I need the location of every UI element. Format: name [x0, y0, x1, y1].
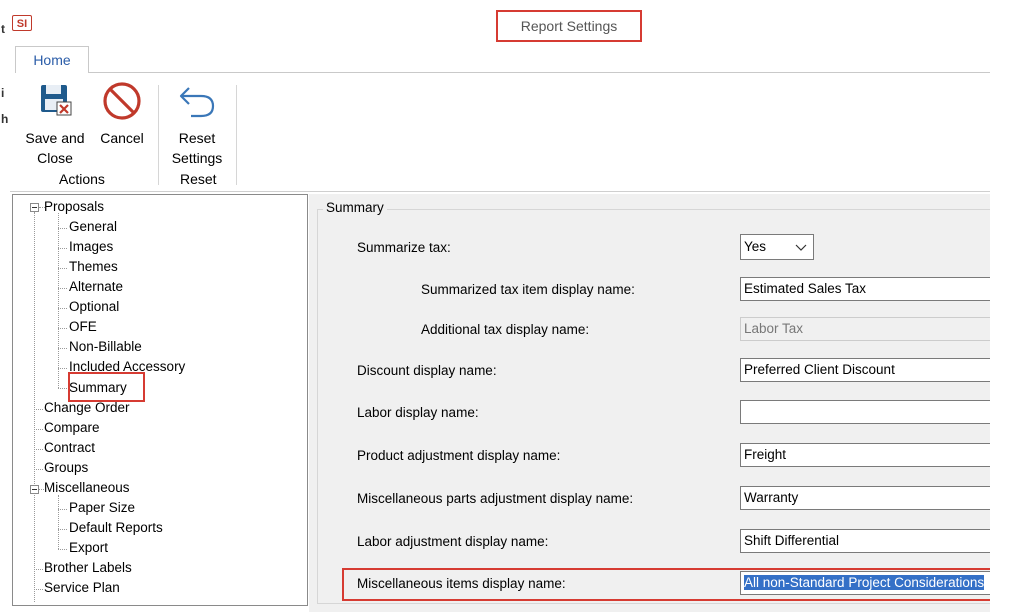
- group-label-actions: Actions: [59, 171, 105, 187]
- reset-settings-button[interactable]: Reset Settings: [166, 80, 228, 168]
- tree-item-service-plan[interactable]: Service Plan: [44, 579, 120, 597]
- misc-items-input[interactable]: All non-Standard Project Considerations: [740, 571, 990, 595]
- tree-item-ofe[interactable]: OFE: [69, 318, 97, 336]
- save-and-close-button[interactable]: Save and Close: [22, 80, 88, 168]
- selected-item-highlight: [68, 372, 145, 402]
- tree-item-themes[interactable]: Themes: [69, 258, 118, 276]
- tree-item-alternate[interactable]: Alternate: [69, 278, 123, 296]
- tree-item-optional[interactable]: Optional: [69, 298, 119, 316]
- summarize-tax-select[interactable]: Yes: [740, 234, 814, 260]
- tree-connector: [58, 509, 67, 510]
- additional-tax-input: Labor Tax: [740, 317, 990, 341]
- tree-connector: [58, 368, 67, 369]
- misc-items-label: Miscellaneous items display name:: [357, 576, 566, 591]
- labor-adjustment-label: Labor adjustment display name:: [357, 534, 549, 549]
- tree-item-groups[interactable]: Groups: [44, 459, 88, 477]
- tree-connector: [34, 589, 43, 590]
- tree-connector: [34, 449, 43, 450]
- settings-tree[interactable]: Proposals General Images Themes Alternat…: [12, 194, 308, 606]
- product-adjustment-input[interactable]: Freight: [740, 443, 990, 467]
- tree-connector: [58, 348, 67, 349]
- tree-connector: [58, 495, 59, 549]
- tree-item-general[interactable]: General: [69, 218, 117, 236]
- tab-home[interactable]: Home: [15, 46, 89, 73]
- ribbon-group-separator: [236, 85, 237, 185]
- reset-label-2: Settings: [171, 150, 223, 166]
- reset-label-1: Reset: [178, 130, 216, 146]
- tree-connector: [58, 549, 67, 550]
- tree-item-compare[interactable]: Compare: [44, 419, 100, 437]
- undo-icon: [179, 87, 215, 118]
- tree-connector: [34, 409, 43, 410]
- app-logo-icon: SI: [12, 15, 32, 31]
- save-icon: [41, 85, 72, 116]
- cancel-label: Cancel: [100, 130, 144, 146]
- tree-item-brother-labels[interactable]: Brother Labels: [44, 559, 132, 577]
- save-label-2: Close: [37, 150, 73, 166]
- product-adjustment-label: Product adjustment display name:: [357, 448, 561, 463]
- title-bar: SI Report Settings: [0, 0, 1022, 46]
- discount-input[interactable]: Preferred Client Discount: [740, 358, 990, 382]
- summarize-tax-label: Summarize tax:: [357, 240, 451, 255]
- tree-item-contract[interactable]: Contract: [44, 439, 95, 457]
- chevron-down-icon: [795, 237, 807, 266]
- misc-parts-adjustment-label: Miscellaneous parts adjustment display n…: [357, 491, 634, 506]
- tree-item-proposals[interactable]: Proposals: [44, 198, 104, 216]
- clipped-char: t: [1, 22, 5, 36]
- cancel-button[interactable]: Cancel: [94, 80, 150, 148]
- window-title: Report Settings: [496, 10, 642, 42]
- tree-item-paper-size[interactable]: Paper Size: [69, 499, 135, 517]
- labor-input[interactable]: [740, 400, 990, 424]
- misc-parts-adjustment-input[interactable]: Warranty: [740, 486, 990, 510]
- tree-connector: [58, 213, 59, 388]
- collapse-toggle-proposals[interactable]: [30, 203, 39, 212]
- tree-connector: [58, 529, 67, 530]
- ribbon-group-separator: [158, 85, 159, 185]
- tree-item-miscellaneous[interactable]: Miscellaneous: [44, 479, 130, 497]
- tree-item-export[interactable]: Export: [69, 539, 108, 557]
- tree-connector: [58, 328, 67, 329]
- group-label-reset: Reset: [180, 171, 217, 187]
- ribbon-bottom-border: [10, 191, 990, 192]
- tree-item-default-reports[interactable]: Default Reports: [69, 519, 163, 537]
- clipped-char: h: [1, 112, 9, 126]
- tree-connector: [34, 569, 43, 570]
- tree-connector: [58, 388, 67, 389]
- cancel-icon: [103, 82, 141, 120]
- collapse-toggle-miscellaneous[interactable]: [30, 485, 39, 494]
- summary-group-title: Summary: [323, 200, 387, 215]
- misc-items-value: All non-Standard Project Considerations: [744, 575, 985, 590]
- tree-connector: [58, 228, 67, 229]
- tree-connector: [34, 469, 43, 470]
- tree-connector: [58, 268, 67, 269]
- labor-label: Labor display name:: [357, 405, 479, 420]
- tree-item-change-order[interactable]: Change Order: [44, 399, 130, 417]
- ribbon: [15, 73, 990, 191]
- labor-adjustment-input[interactable]: Shift Differential: [740, 529, 990, 553]
- background-window-edge: t i h: [0, 22, 10, 198]
- summarized-tax-item-input[interactable]: Estimated Sales Tax: [740, 277, 990, 301]
- tree-item-non-billable[interactable]: Non-Billable: [69, 338, 142, 356]
- save-label-1: Save and: [25, 130, 85, 146]
- tree-connector: [58, 248, 67, 249]
- tree-connector: [58, 288, 67, 289]
- tree-item-images[interactable]: Images: [69, 238, 113, 256]
- additional-tax-label: Additional tax display name:: [421, 322, 590, 337]
- clipped-char: i: [1, 86, 5, 100]
- tree-connector: [58, 308, 67, 309]
- summarize-tax-value: Yes: [744, 239, 767, 254]
- tree-connector: [34, 429, 43, 430]
- tree-connector: [34, 212, 35, 602]
- discount-label: Discount display name:: [357, 363, 497, 378]
- summarized-tax-item-label: Summarized tax item display name:: [421, 282, 635, 297]
